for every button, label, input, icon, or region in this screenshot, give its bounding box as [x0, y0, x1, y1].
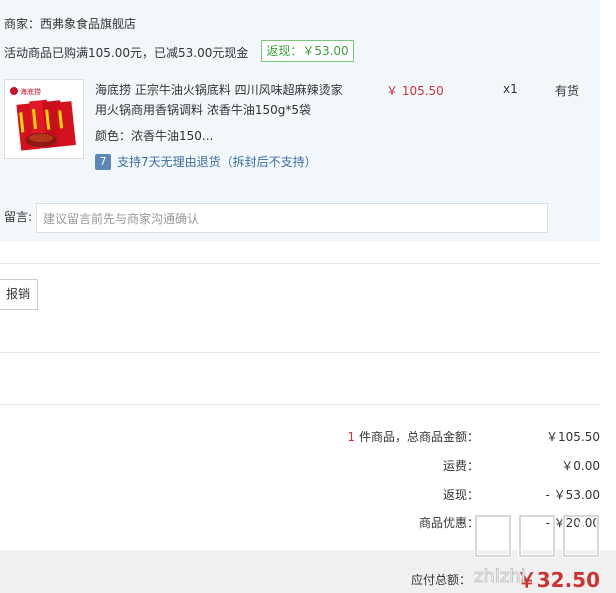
- total-label-text: 件商品，总商品金额：: [355, 430, 479, 444]
- shipping-value: ￥0.00: [561, 459, 600, 473]
- divider: [0, 404, 600, 405]
- return-policy-text: 支持7天无理由退货（拆封后不支持）: [117, 155, 317, 169]
- product-title[interactable]: 海底捞 正宗牛油火锅底料 四川风味超麻辣烫家用火锅商用香锅调料 浓香牛油150g…: [95, 80, 350, 120]
- promo-text: 活动商品已购满105.00元，已减53.00元现金: [4, 46, 249, 60]
- thumb-brand: 海底捞: [20, 87, 41, 96]
- summary-shipping-row: 运费： ￥0.00: [0, 457, 600, 477]
- total-label: 1 件商品，总商品金额：: [348, 428, 479, 445]
- product-quantity: x1: [503, 82, 518, 96]
- message-label: 留言:: [4, 210, 33, 224]
- stock-status: 有货: [555, 84, 580, 98]
- payment-footer: 应付总额： ￥32.50: [0, 550, 616, 593]
- reimburse-button[interactable]: 报销: [0, 279, 38, 310]
- seven-day-return-icon: 7: [95, 153, 111, 170]
- discount-label: 商品优惠：: [418, 516, 479, 530]
- summary-rebate-row: 返现： - ￥53.00: [0, 486, 600, 506]
- discount-value: - ￥20.00: [545, 516, 601, 530]
- store-panel: 商家：西弗象食品旗舰店 活动商品已购满105.00元，已减53.00元现金 返现…: [0, 0, 600, 242]
- product-image: 海底捞: [5, 80, 83, 158]
- return-policy[interactable]: 7 支持7天无理由退货（拆封后不支持）: [95, 153, 317, 170]
- rebate-badge: 返现：￥53.00: [261, 40, 354, 62]
- product-color: 颜色：浓香牛油150...: [95, 129, 214, 143]
- payable-total: ￥32.50: [516, 568, 600, 592]
- message-input[interactable]: 建议留言前先与商家沟通确认: [36, 203, 548, 233]
- shipping-label: 运费：: [442, 459, 479, 473]
- summary-discount-row: 商品优惠： - ￥20.00: [0, 514, 600, 534]
- summary-total-row: 1 件商品，总商品金额： ￥105.50: [0, 428, 600, 448]
- payable-label: 应付总额：: [410, 573, 471, 587]
- merchant-name[interactable]: 商家：西弗象食品旗舰店: [4, 15, 136, 32]
- total-value: ￥105.50: [546, 430, 600, 444]
- product-thumbnail[interactable]: 海底捞: [4, 79, 84, 159]
- product-price: ￥ 105.50: [386, 84, 444, 98]
- rebate-value: - ￥53.00: [545, 488, 601, 502]
- rebate-label: 返现：: [442, 488, 479, 502]
- divider: [0, 352, 600, 353]
- divider: [0, 263, 600, 264]
